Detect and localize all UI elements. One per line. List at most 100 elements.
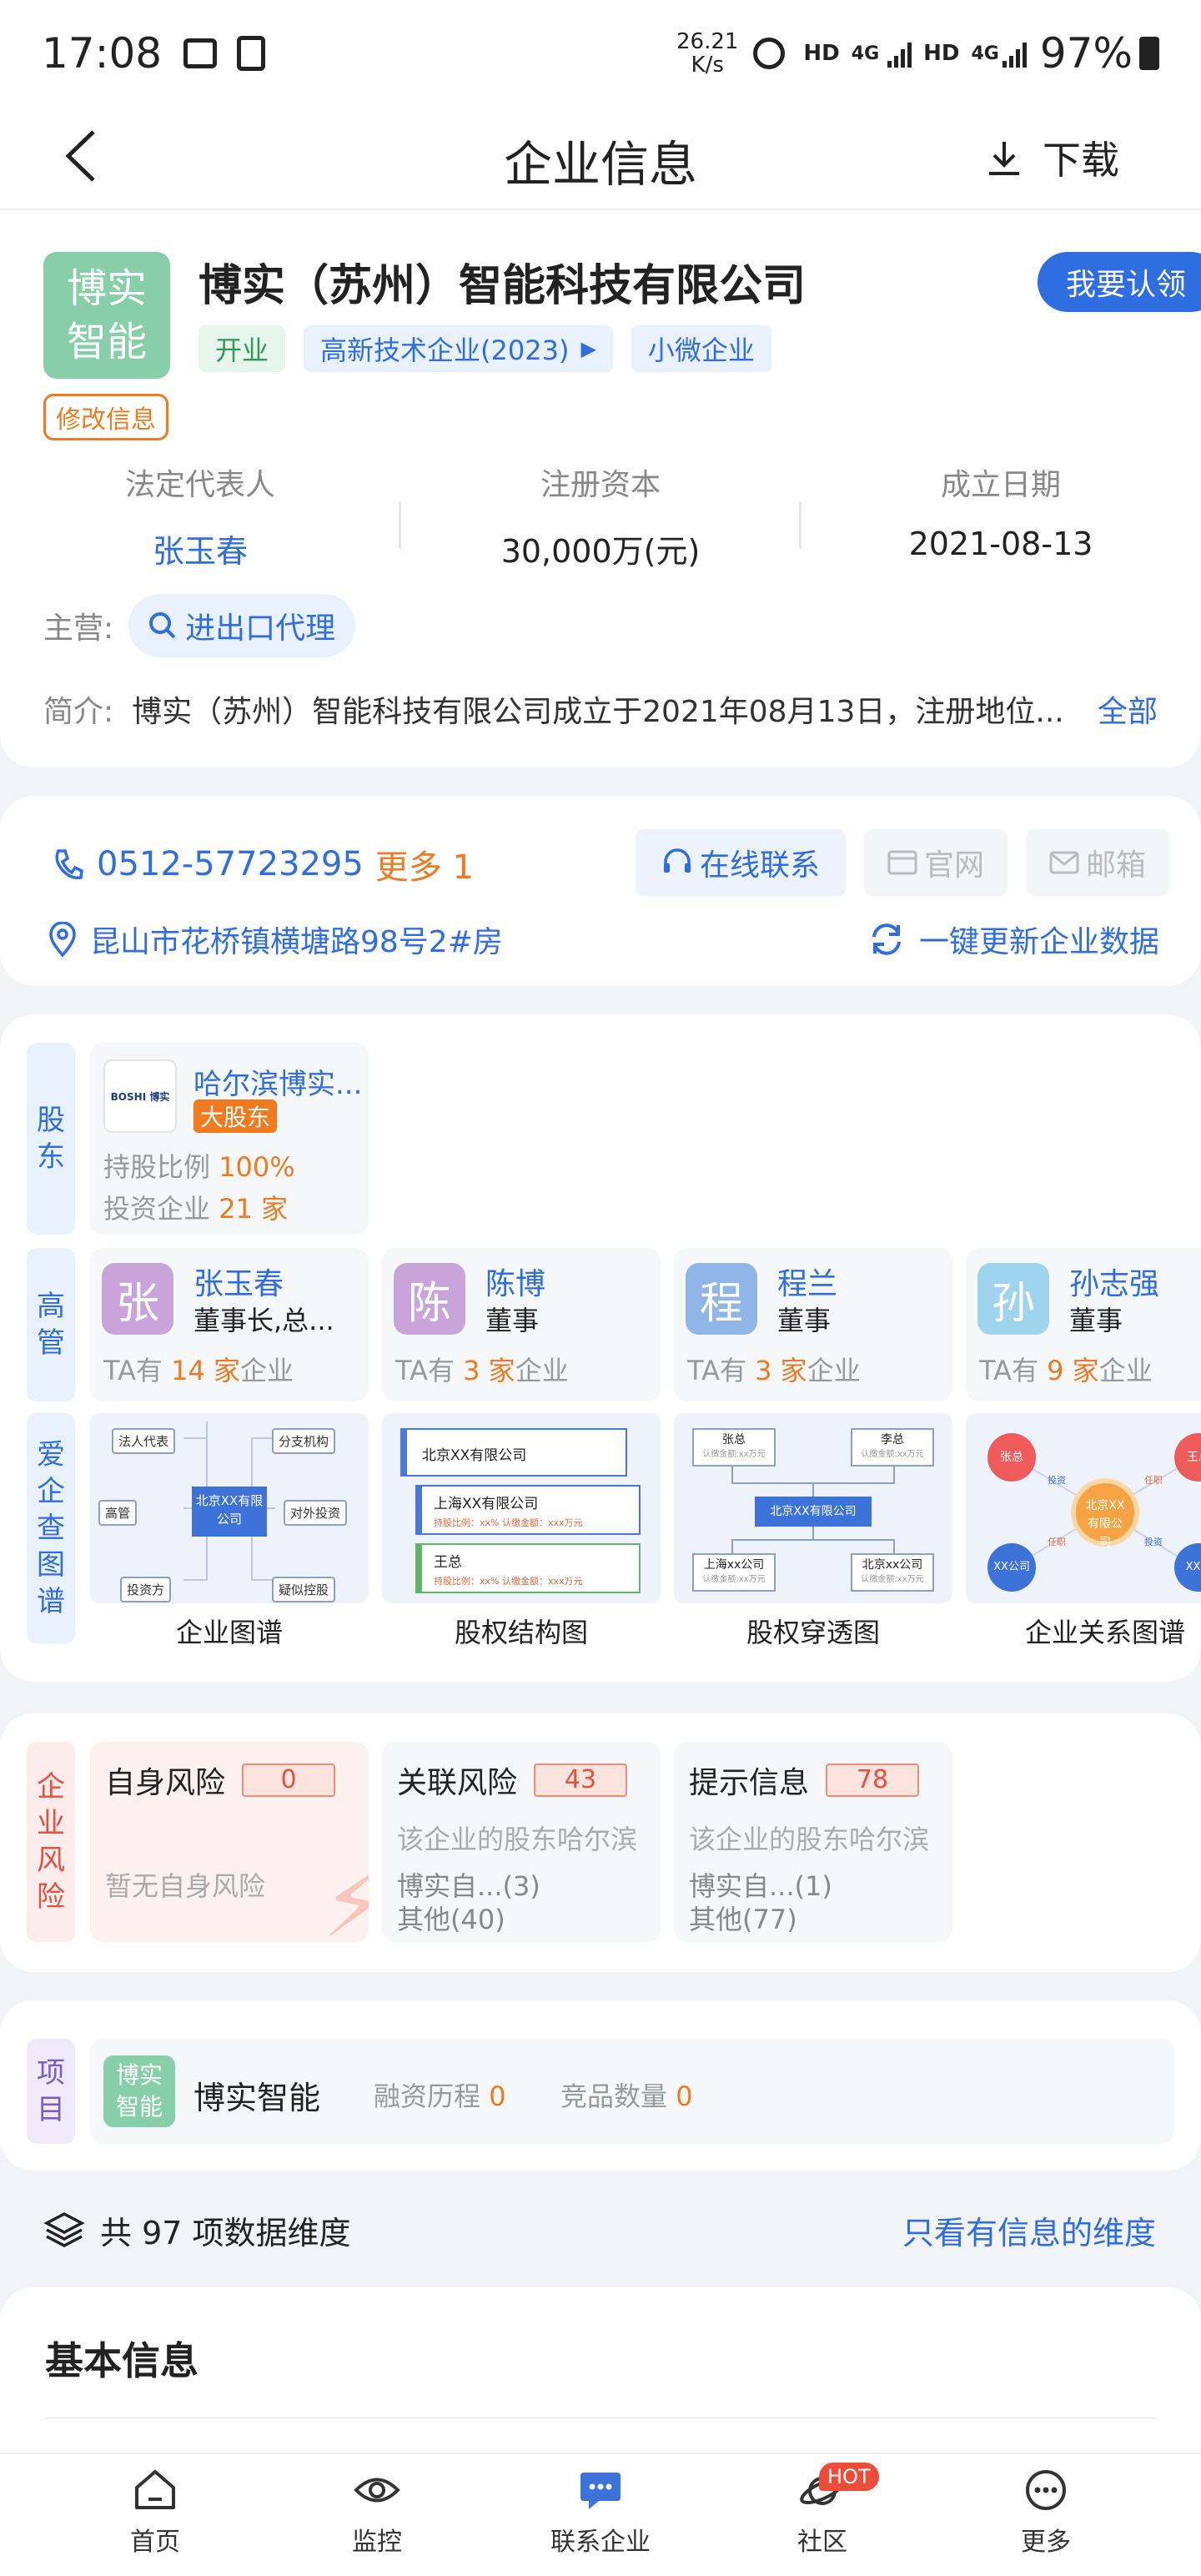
executive-name[interactable]: 孙志强 [1069, 1260, 1159, 1303]
tag-status: 开业 [198, 325, 286, 372]
location-pin-icon [49, 922, 76, 957]
document-icon [237, 36, 266, 71]
4g-indicator-2: 4G [971, 43, 999, 64]
tag-small: 小微企业 [631, 325, 771, 372]
risk-count-badge: 78 [826, 1763, 919, 1797]
section-label-executives: 高管 [27, 1248, 75, 1401]
lightning-icon: ⚡ [322, 1851, 369, 1942]
nav-monitor[interactable]: 监控 [310, 2468, 444, 2558]
executive-card[interactable]: 陈 陈博 董事 TA有 3 家企业 [382, 1248, 661, 1401]
avatar: 张 [102, 1263, 173, 1335]
executive-card[interactable]: 程 程兰 董事 TA有 3 家企业 [674, 1248, 952, 1401]
business-chip[interactable]: 进出口代理 [128, 594, 356, 657]
nav-community[interactable]: 社区 HOT [756, 2463, 889, 2558]
graph-thumbnail: 法人代表 分支机构 高管 对外投资 投资方 疑似控股 北京XX有限公司 [90, 1413, 369, 1603]
more-icon [1026, 2470, 1066, 2510]
stats-row: 法定代表人 张玉春 注册资本 30,000万(元) 成立日期 2021-08-1… [0, 460, 1201, 570]
graph-card-equity-structure[interactable]: 北京XX有限公司 上海XX有限公司 持股比例：xx% 认缴金额：xxx万元 王总… [382, 1413, 661, 1648]
section-label-shareholders: 股东 [27, 1043, 75, 1235]
hot-badge: HOT [819, 2463, 879, 2491]
stat-capital: 注册资本 30,000万(元) [500, 468, 701, 570]
online-contact-button[interactable]: 在线联系 [636, 829, 846, 896]
executive-name[interactable]: 程兰 [777, 1260, 837, 1303]
stat-founded: 成立日期 2021-08-13 [908, 468, 1093, 562]
app-header: 企业信息 下载 [0, 107, 1201, 210]
net-speed: 26.21 K/s [676, 29, 739, 78]
search-icon [149, 612, 176, 639]
nav-contact-companies[interactable]: 联系企业 [534, 2468, 667, 2558]
risk-title: 自身风险 [105, 1766, 226, 1800]
shareholder-logo: BOSHI 博实 [103, 1059, 177, 1133]
risk-card-related[interactable]: 关联风险 43 该企业的股东哈尔滨 博实自...(3) 其他(40) [382, 1742, 661, 1942]
download-icon [989, 142, 1019, 175]
risk-count-badge: 0 [242, 1763, 335, 1797]
claim-button[interactable]: 我要认领 [1038, 252, 1201, 312]
dimensions-count: 共 97 项数据维度 [100, 2214, 351, 2251]
executive-card[interactable]: 张 张玉春 董事长,总... TA有 14 家企业 [90, 1248, 369, 1401]
graph-card-relationship[interactable]: 张总 王总 北京XX有限公司 XX公司 XX公 投资 任职 任职 投资 企业关系… [966, 1413, 1201, 1647]
website-button[interactable]: 官网 [864, 829, 1008, 896]
project-name: 博实智能 [193, 2080, 321, 2116]
phone-row[interactable]: 0512-57723295 更多 1 [52, 831, 474, 898]
phone-more[interactable]: 更多 1 [375, 840, 474, 888]
avatar: 程 [686, 1263, 757, 1335]
graph-thumbnail: 北京XX有限公司 上海XX有限公司 持股比例：xx% 认缴金额：xxx万元 王总… [382, 1413, 661, 1603]
download-button[interactable]: 下载 [986, 125, 1119, 190]
refresh-icon [872, 923, 901, 955]
avatar: 陈 [394, 1263, 465, 1335]
graph-thumbnail: 张总 王总 北京XX有限公司 XX公司 XX公 投资 任职 任职 投资 [966, 1413, 1201, 1603]
download-label: 下载 [1043, 138, 1119, 183]
address-row[interactable]: 昆山市花桥镇横塘路98号2#房 [48, 916, 503, 963]
project-competitors: 竞品数量 0 [560, 2080, 693, 2112]
stat-legal-rep[interactable]: 法定代表人 张玉春 [0, 460, 400, 571]
company-name: 博实（苏州）智能科技有限公司 [198, 261, 807, 311]
graph-label: 企业关系图谱 [1024, 1617, 1185, 1647]
shareholder-card[interactable]: BOSHI 博实 哈尔滨博实... 大股东 持股比例 100% 投资企业 21 … [90, 1043, 369, 1235]
graph-thumbnail: 张总 认缴金额:xx万元 李总 认缴金额:xx万元 北京XX有限公司 上海xx公司认… [674, 1413, 952, 1603]
website-icon [887, 850, 917, 875]
dimensions-row: 共 97 项数据维度 [43, 2202, 351, 2257]
hd-indicator-2: HD [923, 41, 960, 66]
nav-home[interactable]: 首页 [88, 2468, 222, 2558]
graph-label: 股权结构图 [454, 1617, 588, 1648]
executive-card[interactable]: 孙 孙志强 董事 TA有 9 家企业 [966, 1248, 1201, 1401]
status-bar: 17:08 26.21 K/s HD 4G HD 4G 97% [0, 0, 1201, 107]
basic-info-title: 基本信息 [45, 2338, 198, 2383]
intro-more-link[interactable]: 全部 [1098, 687, 1158, 731]
tag-hightech[interactable]: 高新技术企业(2023) ▶ [304, 325, 613, 372]
address-text[interactable]: 昆山市花桥镇横塘路98号2#房 [90, 918, 503, 961]
shareholder-name[interactable]: 哈尔滨博实... [193, 1061, 362, 1102]
graph-card-enterprise[interactable]: 法人代表 分支机构 高管 对外投资 投资方 疑似控股 北京XX有限公司 企业图谱 [90, 1413, 369, 1648]
intro-text: 博实（苏州）智能科技有限公司成立于2021年08月13日，注册地位... [132, 695, 1064, 729]
risk-title: 关联风险 [397, 1766, 518, 1800]
intro-row[interactable]: 简介: 博实（苏州）智能科技有限公司成立于2021年08月13日，注册地位...… [43, 687, 1158, 731]
filter-dimensions-link[interactable]: 只看有信息的维度 [902, 2207, 1156, 2253]
eye-icon [354, 2478, 400, 2503]
signal-icon-2 [1002, 39, 1027, 68]
chat-icon [580, 2473, 621, 2509]
home-icon [135, 2470, 175, 2509]
executive-name[interactable]: 陈博 [485, 1260, 545, 1303]
project-item[interactable]: 博实智能 博实智能 融资历程 0 竞品数量 0 [90, 2039, 1174, 2144]
phone-number[interactable]: 0512-57723295 [97, 845, 364, 883]
graph-card-equity-penetration[interactable]: 张总 认缴金额:xx万元 李总 认缴金额:xx万元 北京XX有限公司 上海xx公司认… [674, 1413, 952, 1648]
major-shareholder-badge: 大股东 [193, 1099, 278, 1133]
email-button[interactable]: 邮箱 [1026, 829, 1169, 896]
refresh-data-button[interactable]: 一键更新企业数据 [867, 916, 1159, 963]
risk-card-self[interactable]: 自身风险 0 暂无自身风险 ⚡ [90, 1742, 369, 1942]
divider [45, 2418, 1158, 2419]
phone-icon [55, 849, 83, 880]
signal-icon-1 [887, 39, 912, 68]
nav-more[interactable]: 更多 [979, 2468, 1113, 2558]
risk-line: 该企业的股东哈尔滨 [397, 1824, 638, 1855]
risk-count-badge: 43 [534, 1763, 627, 1797]
company-logo: 博实智能 [43, 252, 170, 379]
graph-label: 股权穿透图 [746, 1617, 880, 1648]
executive-name[interactable]: 张玉春 [193, 1260, 284, 1303]
battery-icon [1139, 37, 1159, 70]
executive-companies: TA有 9 家企业 [979, 1355, 1153, 1386]
gallery-icon [183, 38, 218, 68]
executive-companies: TA有 14 家企业 [103, 1355, 294, 1386]
edit-info-button[interactable]: 修改信息 [43, 394, 168, 440]
risk-card-notice[interactable]: 提示信息 78 该企业的股东哈尔滨 博实自...(1) 其他(77) [674, 1742, 952, 1942]
